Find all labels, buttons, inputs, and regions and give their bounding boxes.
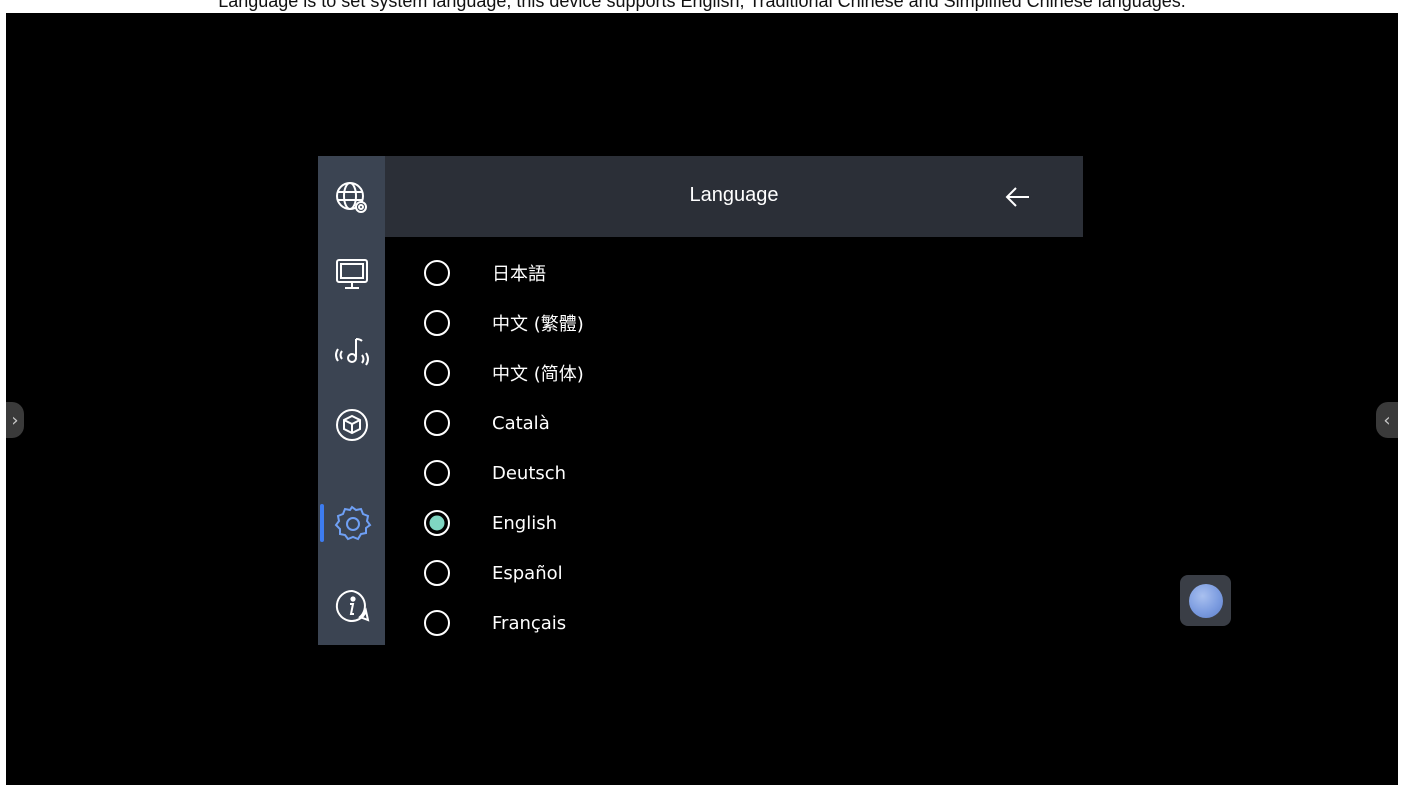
language-label: 中文 (简体) [492,364,584,385]
language-label: Français [492,612,567,634]
cube-icon [335,409,368,441]
language-option[interactable]: Català [423,401,1063,445]
language-label: 中文 (繁體) [492,314,584,335]
language-header: Language [385,156,1083,237]
radio-unselected-icon[interactable] [423,459,451,487]
language-option[interactable]: 日本語 [423,251,1063,295]
caption-text: Language is to set system language, this… [218,0,1186,11]
sidebar-item-display[interactable] [318,246,385,302]
radio-unselected-icon[interactable] [423,609,451,637]
language-option-selected[interactable]: English [423,501,1063,545]
monitor-icon [335,259,368,289]
radio-unselected-icon[interactable] [423,559,451,587]
radio-selected-icon[interactable] [423,509,451,537]
language-label: Español [492,562,563,584]
language-option[interactable]: Deutsch [423,451,1063,495]
sidebar-item-network[interactable] [318,170,385,226]
chevron-left-icon: ‹ [1383,409,1391,431]
sidebar-item-system[interactable] [318,495,385,551]
arrow-left-icon [1005,187,1029,207]
language-option[interactable]: Français [423,601,1063,645]
sidebar-item-about[interactable] [318,578,385,634]
page-title: Language [689,184,779,206]
left-edge-toggle[interactable]: › [6,402,24,438]
globe-settings-icon [335,182,367,213]
back-button[interactable] [1001,180,1035,214]
sidebar-item-apps[interactable] [318,397,385,453]
chevron-right-icon: › [11,409,19,431]
audio-sound-icon [334,338,369,366]
floating-menu-button[interactable] [1180,575,1231,626]
radio-unselected-icon[interactable] [423,309,451,337]
language-label: English [492,512,557,534]
info-icon [335,589,369,622]
settings-sidebar [318,156,385,645]
gear-icon [334,505,371,541]
radio-unselected-icon[interactable] [423,259,451,287]
sidebar-item-audio[interactable] [318,323,385,379]
floating-ball-icon [1188,583,1223,618]
radio-unselected-icon[interactable] [423,409,451,437]
language-option[interactable]: 中文 (繁體) [423,301,1063,345]
language-option[interactable]: Español [423,551,1063,595]
language-option[interactable]: 中文 (简体) [423,351,1063,395]
language-label: Deutsch [492,462,567,484]
radio-unselected-icon[interactable] [423,359,451,387]
device-screen: › ‹ Language 日本語 中文 (繁體) 中文 (简体) Català … [6,13,1398,785]
language-label: 日本語 [492,264,546,285]
right-edge-toggle[interactable]: ‹ [1376,402,1398,438]
language-label: Català [492,412,550,434]
